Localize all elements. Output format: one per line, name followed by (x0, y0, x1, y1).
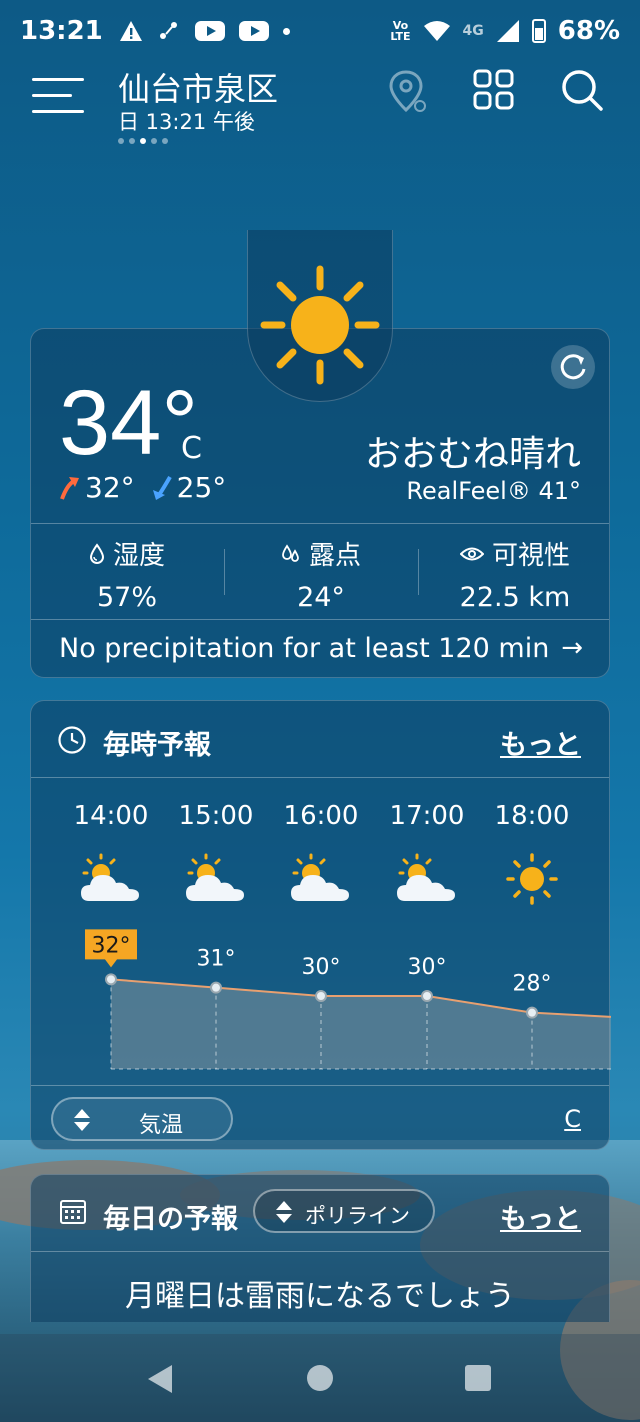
high-arrow-icon (60, 476, 79, 500)
battery-percent: 68% (557, 16, 620, 46)
hour-column[interactable]: 15:00 (166, 801, 266, 912)
low-arrow-icon (152, 475, 172, 500)
more-notifications-icon (282, 27, 290, 35)
hour-column[interactable]: 17:00 (377, 801, 477, 912)
daily-title: 毎日の予報 (103, 1204, 238, 1235)
dewpoint-stat: 露点 24° (231, 535, 411, 613)
condition-text: おおむね晴れ (364, 434, 581, 475)
hour-temp-label: 30° (302, 955, 341, 980)
status-bar: 13:21 Vo LTE 4G 68% (0, 0, 640, 62)
clock-icon (58, 726, 86, 754)
sort-arrows-icon (74, 1109, 90, 1131)
temperature-toggle[interactable]: 気温 (51, 1097, 233, 1141)
partly-sunny-icon (81, 853, 139, 901)
location-pager (118, 138, 168, 144)
refresh-icon[interactable] (551, 345, 595, 389)
status-time: 13:21 (20, 16, 103, 46)
partly-sunny-icon (186, 853, 244, 901)
divider (418, 549, 419, 595)
temperature-point[interactable] (526, 1006, 538, 1019)
droplet-icon (89, 542, 104, 564)
dewpoint-icon (282, 543, 299, 562)
unit-link[interactable]: C (564, 1105, 581, 1133)
divider (224, 549, 225, 595)
hour-column[interactable]: 18:00 (482, 801, 582, 912)
divider (31, 1251, 609, 1252)
hourly-title: 毎時予報 (103, 730, 211, 761)
temperature-point[interactable] (210, 981, 222, 994)
divider (31, 1085, 609, 1086)
signal-icon (496, 20, 519, 42)
hour-time: 14:00 (73, 801, 149, 831)
humidity-value: 57% (96, 582, 157, 613)
youtube-icon (238, 21, 269, 41)
temperature-unit: C (181, 431, 202, 466)
home-icon[interactable] (306, 1364, 334, 1392)
humidity-stat: 湿度 57% (37, 535, 217, 613)
sort-arrows-icon (276, 1201, 292, 1223)
sunny-icon (506, 853, 558, 905)
divider (31, 523, 609, 524)
partly-sunny-icon (397, 853, 455, 901)
hour-time: 17:00 (389, 801, 465, 831)
hour-column[interactable]: 14:00 (61, 801, 161, 912)
hamburger-menu-icon[interactable] (32, 76, 84, 116)
back-icon[interactable] (146, 1364, 174, 1394)
high-low: 32° 25° (59, 471, 226, 504)
arrow-right-icon[interactable]: → (561, 633, 583, 663)
temperature-point[interactable] (105, 973, 117, 986)
app-header: 仙台市泉区 日 13:21 午後 (0, 62, 640, 152)
date-time: 日 13:21 午後 (118, 110, 255, 134)
daily-forecast-card: 毎日の予報 ポリライン もっと 月曜日は雷雨になるでしょう (30, 1174, 610, 1322)
grid-icon[interactable] (472, 68, 516, 112)
eye-icon (459, 547, 484, 560)
temperature-point[interactable] (421, 990, 433, 1002)
dewpoint-value: 24° (297, 582, 345, 613)
recents-icon[interactable] (464, 1364, 492, 1392)
sunny-icon (260, 265, 380, 385)
hour-temp-label: 31° (197, 947, 236, 972)
hour-temp-label: 32° (92, 933, 131, 958)
battery-icon (531, 19, 546, 43)
hour-time: 15:00 (178, 801, 254, 831)
search-icon[interactable] (560, 68, 604, 112)
hour-time: 16:00 (283, 801, 359, 831)
hour-time: 18:00 (494, 801, 570, 831)
polyline-toggle[interactable]: ポリライン (253, 1189, 435, 1233)
volte-icon: Vo LTE (390, 19, 411, 43)
hour-column[interactable]: 16:00 (271, 801, 371, 912)
notification-icon (159, 22, 177, 39)
network-type: 4G (462, 23, 484, 39)
partly-sunny-icon (291, 853, 349, 901)
hourly-more-link[interactable]: もっと (500, 723, 581, 762)
daily-more-link[interactable]: もっと (500, 1197, 581, 1236)
hour-temp-label: 30° (408, 955, 447, 980)
visibility-value: 22.5 km (459, 582, 571, 613)
precipitation-text[interactable]: No precipitation for at least 120 min (59, 633, 549, 664)
wifi-icon (423, 21, 450, 41)
visibility-stat: 可視性 22.5 km (425, 535, 605, 613)
daily-message[interactable]: 月曜日は雷雨になるでしょう (31, 1271, 609, 1315)
hourly-forecast-card: 毎時予報 もっと 14:00 15:00 16:00 17:00 18:00 32° 31… (30, 700, 611, 1150)
current-temperature: 34° (59, 372, 199, 474)
location-pin-icon[interactable] (388, 68, 428, 118)
location-name[interactable]: 仙台市泉区 (118, 64, 278, 110)
system-nav-bar (0, 1334, 640, 1422)
low-temp: 25° (176, 471, 227, 504)
divider (31, 619, 609, 620)
realfeel-text: RealFeel® 41° (406, 477, 581, 505)
high-temp: 32° (85, 471, 135, 504)
youtube-icon (194, 21, 225, 41)
divider (31, 777, 609, 778)
alert-icon (119, 21, 142, 41)
temperature-point[interactable] (315, 990, 327, 1002)
calendar-icon (60, 1200, 86, 1224)
hour-temp-label: 28° (513, 972, 552, 997)
temperature-chart: 32° 31° 30° 30° 28° (85, 929, 611, 1070)
